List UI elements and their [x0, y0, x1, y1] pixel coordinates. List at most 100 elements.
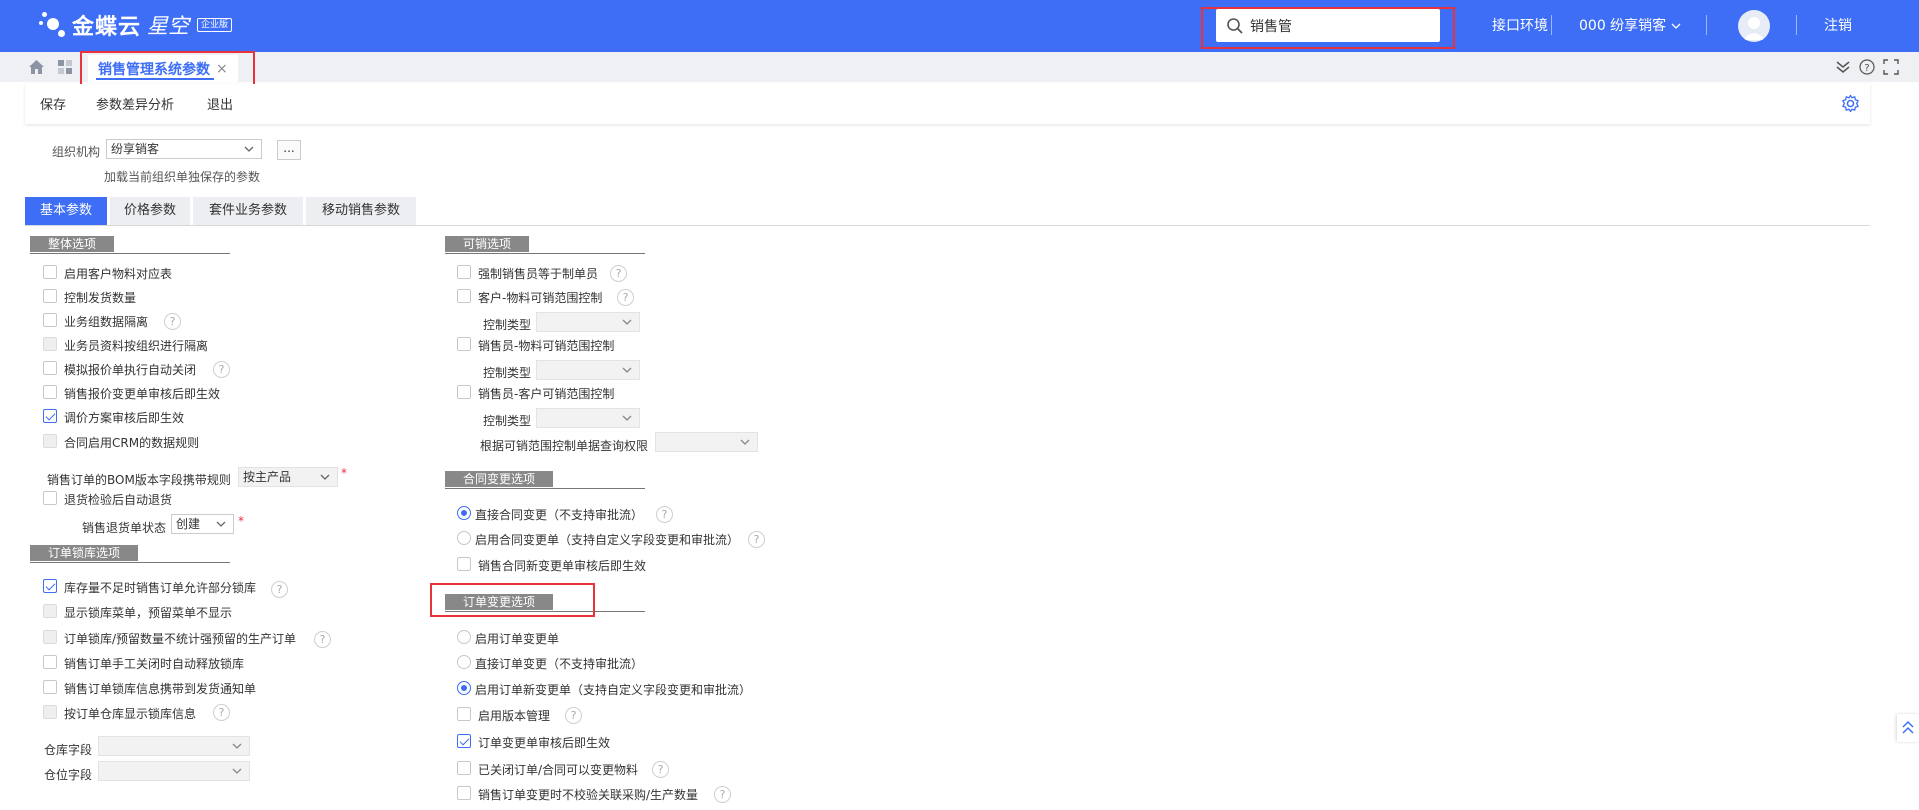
chevron-down-icon — [244, 146, 254, 152]
logo-sub: 星空 — [147, 14, 190, 38]
help-icon[interactable]: ? — [565, 707, 582, 724]
checkbox-show-lock-menu — [43, 604, 57, 618]
chevron-down-icon — [320, 474, 330, 480]
checkbox-lock-exclude-strong — [43, 630, 57, 644]
warehouse-field-select[interactable] — [98, 736, 250, 756]
help-icon[interactable]: ? — [213, 361, 230, 378]
option-label: 启用订单变更单 — [475, 632, 560, 646]
group-contract-change-options: 合同变更选项 — [445, 471, 645, 489]
org-select-value: 纷享销客 — [111, 142, 160, 156]
scroll-top-button[interactable] — [1897, 714, 1919, 742]
checkbox-customer-material[interactable] — [43, 265, 57, 279]
divider — [30, 253, 230, 254]
query-perm-select[interactable] — [655, 432, 758, 452]
help-icon[interactable]: ? — [748, 531, 765, 548]
location-field-label: 仓位字段 — [44, 768, 93, 782]
help-icon[interactable]: ? — [652, 761, 669, 778]
org-select[interactable]: 纷享销客 — [106, 139, 262, 159]
warehouse-field-label: 仓库字段 — [44, 743, 93, 757]
checkbox-lock-info-to-notice[interactable] — [43, 680, 57, 694]
control-type-select[interactable] — [536, 408, 640, 428]
checkbox-price-plan-effective[interactable] — [43, 409, 57, 423]
home-icon[interactable] — [28, 59, 45, 75]
divider — [445, 488, 645, 489]
search-highlight — [1201, 7, 1455, 49]
chevron-down-icon — [622, 367, 632, 373]
gear-icon[interactable] — [1841, 94, 1860, 113]
option-label: 显示锁库菜单，预留菜单不显示 — [64, 606, 233, 620]
checkbox-contract-new-change-effective[interactable] — [457, 557, 471, 571]
tab-basic-params[interactable]: 基本参数 — [25, 197, 107, 225]
diff-analysis-button[interactable]: 参数差异分析 — [96, 94, 174, 113]
option-label: 直接订单变更（不支持审批流） — [475, 657, 644, 671]
option-label: 销售员-物料可销范围控制 — [478, 339, 615, 353]
option-label: 销售员-客户可销范围控制 — [478, 387, 615, 401]
app-logo[interactable]: 金蝶云 星空 企业版 — [38, 6, 233, 44]
help-icon[interactable]: ? — [714, 786, 731, 803]
checkbox-order-change-effective[interactable] — [457, 734, 471, 748]
divider — [30, 562, 230, 563]
org-label: 组织机构 — [52, 145, 101, 159]
radio-direct-contract-change[interactable] — [457, 506, 471, 520]
checkbox-closed-order-change-material[interactable] — [457, 761, 471, 775]
help-icon[interactable]: ? — [610, 265, 627, 282]
group-order-lock-options: 订单锁库选项 — [30, 545, 230, 563]
org-hint: 加载当前组织单独保存的参数 — [104, 170, 261, 184]
option-label: 已关闭订单/合同可以变更物料 — [478, 763, 639, 777]
checkbox-salesman-material-range[interactable] — [457, 337, 471, 351]
divider — [1706, 15, 1707, 35]
svg-text:?: ? — [1864, 63, 1869, 74]
org-menu[interactable]: 000 纷享销客 — [1579, 15, 1681, 35]
help-icon[interactable]: ? — [271, 581, 288, 598]
help-icon[interactable]: ? — [164, 313, 181, 330]
tab-suite-params[interactable]: 套件业务参数 — [193, 197, 303, 225]
checkbox-sim-quote-auto-close[interactable] — [43, 361, 57, 375]
group-overall-options: 整体选项 — [30, 236, 230, 254]
apps-icon[interactable] — [57, 59, 73, 75]
checkbox-version-management[interactable] — [457, 707, 471, 721]
help-icon[interactable]: ? — [617, 289, 634, 306]
tab-price-params[interactable]: 价格参数 — [110, 197, 190, 225]
checkbox-auto-return[interactable] — [43, 491, 57, 505]
option-label: 强制销售员等于制单员 — [478, 267, 599, 281]
help-icon[interactable]: ? — [314, 631, 331, 648]
option-label: 启用客户物料对应表 — [64, 267, 173, 281]
checkbox-partial-lock[interactable] — [43, 579, 57, 593]
radio-order-new-change-order[interactable] — [457, 681, 471, 695]
query-perm-label: 根据可销范围控制单据查询权限 — [480, 439, 649, 453]
help-icon[interactable]: ? — [656, 506, 673, 523]
org-more-button[interactable]: ... — [277, 140, 301, 160]
top-header: 金蝶云 星空 企业版 接口环境 000 纷享销客 注销 — [0, 0, 1919, 52]
option-label: 合同启用CRM的数据规则 — [64, 436, 200, 450]
checkbox-biz-group-isolation[interactable] — [43, 313, 57, 327]
radio-direct-order-change[interactable] — [457, 655, 471, 669]
chevron-down-icon — [740, 439, 750, 445]
chevron-down-icon — [232, 743, 242, 749]
location-field-select[interactable] — [98, 761, 250, 781]
bom-rule-value: 按主产品 — [243, 470, 292, 484]
tab-mobile-params[interactable]: 移动销售参数 — [306, 197, 416, 225]
control-type-select[interactable] — [536, 312, 640, 332]
checkbox-force-salesman[interactable] — [457, 265, 471, 279]
logout-link[interactable]: 注销 — [1824, 15, 1852, 35]
checkbox-customer-material-range[interactable] — [457, 289, 471, 303]
help-icon[interactable]: ? — [1859, 59, 1875, 75]
collapse-all-icon[interactable] — [1835, 59, 1851, 75]
return-state-select[interactable]: 创建 — [171, 514, 234, 534]
radio-order-change-order[interactable] — [457, 630, 471, 644]
user-avatar[interactable] — [1738, 10, 1770, 42]
help-icon[interactable]: ? — [213, 704, 230, 721]
fullscreen-icon[interactable] — [1883, 59, 1899, 75]
exit-button[interactable]: 退出 — [207, 94, 233, 113]
checkbox-skip-linked-qty-check[interactable] — [457, 786, 471, 800]
save-button[interactable]: 保存 — [40, 94, 66, 113]
radio-contract-change-order[interactable] — [457, 531, 471, 545]
bom-rule-select[interactable]: 按主产品 — [238, 467, 338, 487]
checkbox-control-delivery-qty[interactable] — [43, 289, 57, 303]
checkbox-quote-change-effective[interactable] — [43, 385, 57, 399]
control-type-select[interactable] — [536, 360, 640, 380]
checkbox-manual-close-release[interactable] — [43, 655, 57, 669]
env-link[interactable]: 接口环境 — [1492, 15, 1548, 35]
required-mark: * — [341, 466, 347, 480]
checkbox-salesman-customer-range[interactable] — [457, 385, 471, 399]
